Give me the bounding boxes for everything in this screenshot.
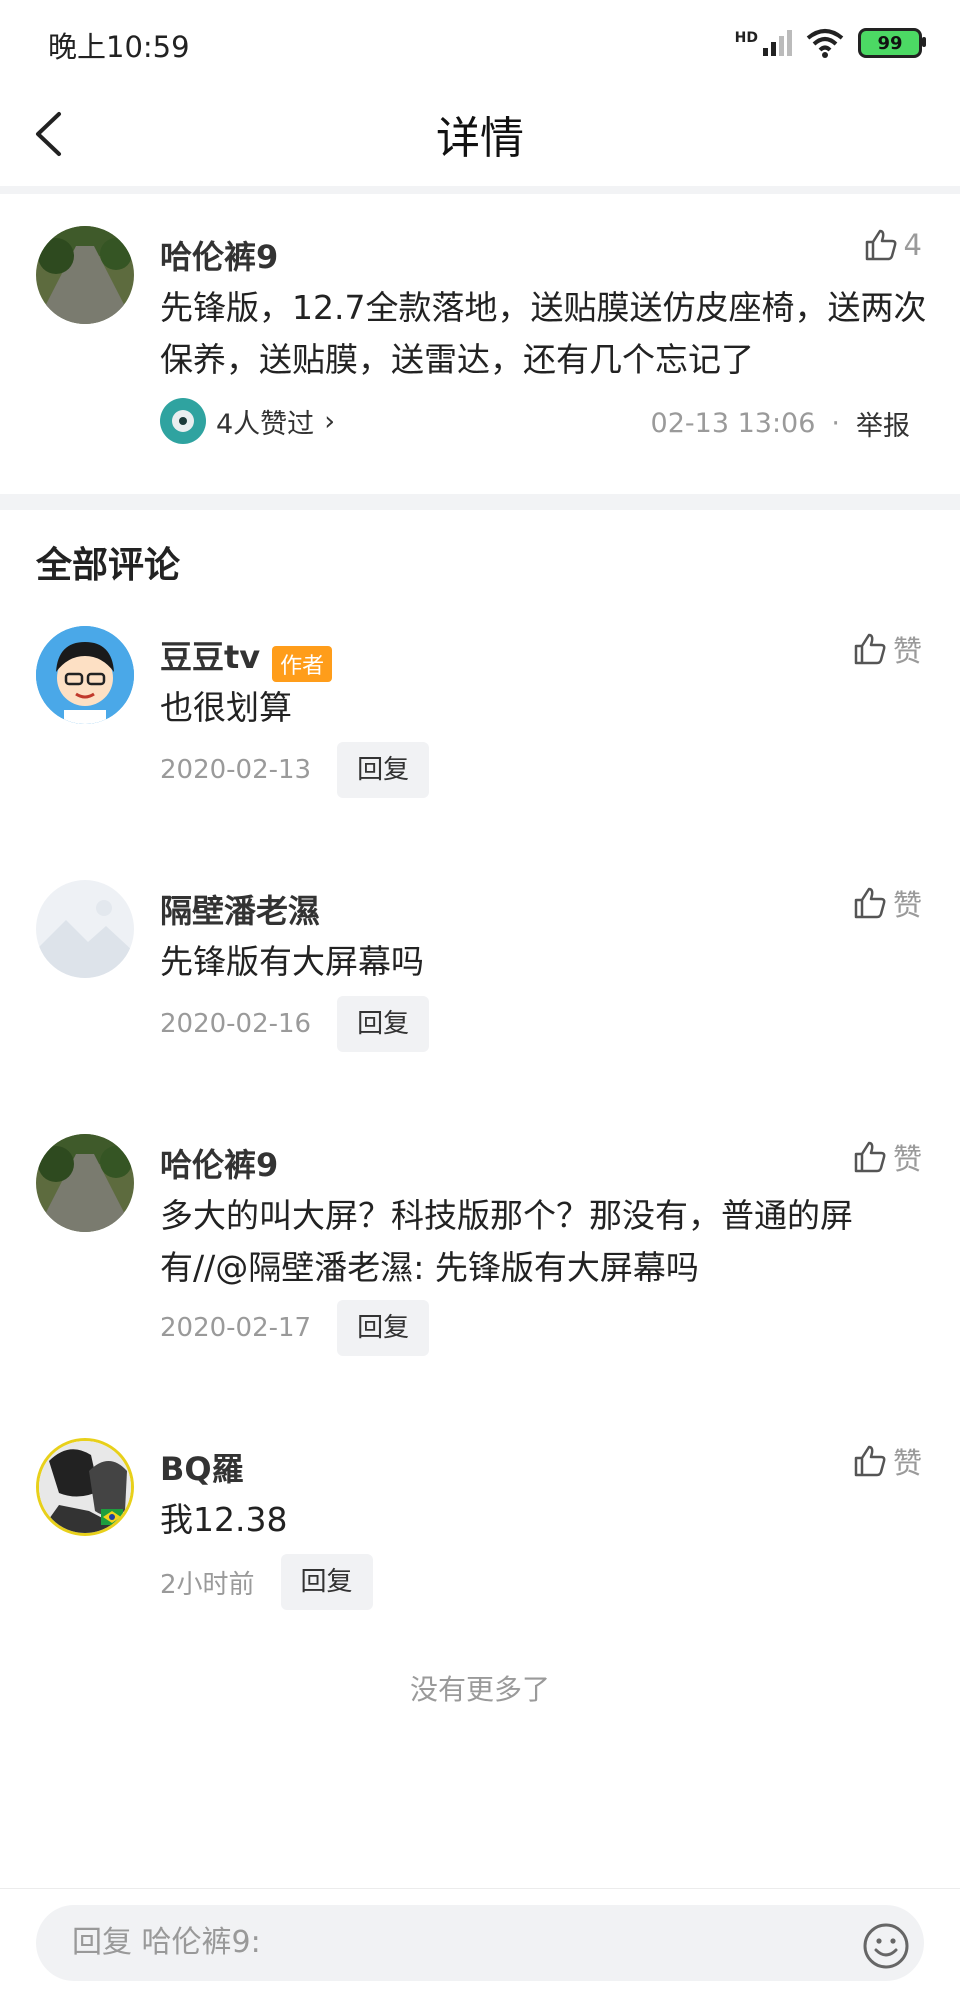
liker-avatar — [160, 398, 206, 444]
like-label: 赞 — [892, 888, 922, 922]
nav-bar: 详情 — [0, 80, 960, 188]
section-divider — [0, 494, 960, 510]
road-photo-avatar — [36, 1134, 134, 1232]
liked-by-text: 4人赞过 — [216, 408, 315, 440]
divider — [0, 186, 960, 194]
page-title: 详情 — [436, 113, 524, 164]
smiley-icon — [863, 1923, 909, 1969]
comment-item: 豆豆tv 作者 赞 也很划算 2020-02-13 回复 — [0, 610, 960, 860]
avatar[interactable] — [36, 626, 134, 724]
like-label: 赞 — [892, 634, 922, 668]
road-photo-avatar — [36, 226, 134, 324]
comment-content: 也很划算 — [160, 688, 292, 727]
status-icons: HD 99 — [735, 28, 926, 58]
like-label: 赞 — [892, 1142, 922, 1176]
comment-meta: 2020-02-16 回复 — [160, 996, 430, 1052]
comment-date: 2小时前 — [160, 1569, 255, 1600]
reply-button[interactable]: 回复 — [337, 742, 430, 798]
emoji-button[interactable] — [862, 1922, 910, 1970]
section-title: 全部评论 — [36, 545, 181, 586]
reply-input[interactable]: 回复 哈伦裤9: — [36, 1905, 924, 1981]
post-username[interactable]: 哈伦裤9 — [160, 232, 278, 278]
battery-level: 99 — [877, 32, 903, 54]
comment-content: 我12.38 — [160, 1500, 288, 1539]
comment-item: 哈伦裤9 赞 多大的叫大屏？科技版那个？那没有，普通的屏有//@隔壁潘老濕: 先… — [0, 1118, 960, 1418]
reply-bar: 回复 哈伦裤9: — [0, 1888, 960, 1999]
post-timestamp: 02-13 13:06 — [650, 408, 816, 439]
no-more-note: 没有更多了 — [409, 1673, 550, 1706]
wifi-icon — [806, 29, 844, 58]
network-label: HD — [734, 30, 758, 46]
comment-like-button[interactable]: 赞 — [853, 628, 922, 670]
avatar[interactable] — [36, 1134, 134, 1232]
thumbs-up-icon — [854, 1141, 886, 1173]
comment-item: BQ羅 赞 我12.38 2小时前 回复 — [0, 1422, 960, 1672]
comment-meta: 2小时前 回复 — [160, 1554, 373, 1610]
thumbs-up-icon — [865, 229, 896, 261]
chevron-right-icon: › — [324, 405, 335, 437]
battery-icon: 99 — [858, 28, 926, 58]
thumbs-up-icon — [854, 633, 886, 665]
post-card: 哈伦裤9 4 先锋版，12.7全款落地，送贴膜送仿皮座椅，送两次保养，送贴膜，送… — [0, 194, 960, 494]
avatar[interactable] — [36, 880, 134, 978]
reply-button[interactable]: 回复 — [337, 996, 430, 1052]
reply-button[interactable]: 回复 — [280, 1554, 373, 1610]
comment-header: 豆豆tv 作者 — [160, 632, 333, 682]
placeholder-avatar — [36, 880, 134, 978]
comment-date: 2020-02-16 — [160, 1009, 312, 1039]
author-badge: 作者 — [272, 645, 333, 682]
comment-content: 多大的叫大屏？科技版那个？那没有，普通的屏有//@隔壁潘老濕: 先锋版有大屏幕吗 — [160, 1196, 853, 1287]
status-bar: 晚上10:59 HD 99 — [0, 0, 960, 80]
liked-by-row[interactable]: 4人赞过 › — [160, 398, 335, 444]
post-meta: 02-13 13:06 · 举报 — [651, 404, 910, 443]
comment-username[interactable]: 豆豆tv — [160, 638, 260, 676]
signal-icon: HD — [735, 30, 792, 56]
comment-like-button[interactable]: 赞 — [853, 1440, 922, 1482]
comment-meta: 2020-02-13 回复 — [160, 742, 430, 798]
comment-like-button[interactable]: 赞 — [853, 882, 922, 924]
report-link[interactable]: 举报 — [856, 404, 910, 443]
comment-username[interactable]: 隔壁潘老濕 — [160, 886, 320, 932]
comment-item: 隔壁潘老濕 赞 先锋版有大屏幕吗 2020-02-16 回复 — [0, 864, 960, 1114]
post-content: 先锋版，12.7全款落地，送贴膜送仿皮座椅，送两次保养，送贴膜，送雷达，还有几个… — [160, 288, 927, 379]
reply-button[interactable]: 回复 — [337, 1300, 430, 1356]
thumbs-up-icon — [854, 1445, 886, 1477]
thumbs-up-icon — [854, 887, 886, 919]
comment-username[interactable]: BQ羅 — [160, 1444, 244, 1490]
post-like-count: 4 — [903, 228, 922, 262]
comment-like-button[interactable]: 赞 — [853, 1136, 922, 1178]
cartoon-avatar — [36, 626, 134, 724]
meta-separator: · — [831, 408, 840, 439]
status-time: 晚上10:59 — [48, 30, 190, 64]
avatar[interactable] — [36, 226, 134, 324]
avatar[interactable] — [36, 1438, 134, 1536]
comment-username[interactable]: 哈伦裤9 — [160, 1140, 278, 1186]
like-label: 赞 — [892, 1446, 922, 1480]
comment-meta: 2020-02-17 回复 — [160, 1300, 430, 1356]
comment-date: 2020-02-17 — [160, 1313, 312, 1343]
comment-content: 先锋版有大屏幕吗 — [160, 942, 424, 981]
post-like-button[interactable]: 4 — [864, 228, 922, 262]
comment-date: 2020-02-13 — [160, 755, 312, 785]
manga-avatar — [39, 1441, 131, 1533]
